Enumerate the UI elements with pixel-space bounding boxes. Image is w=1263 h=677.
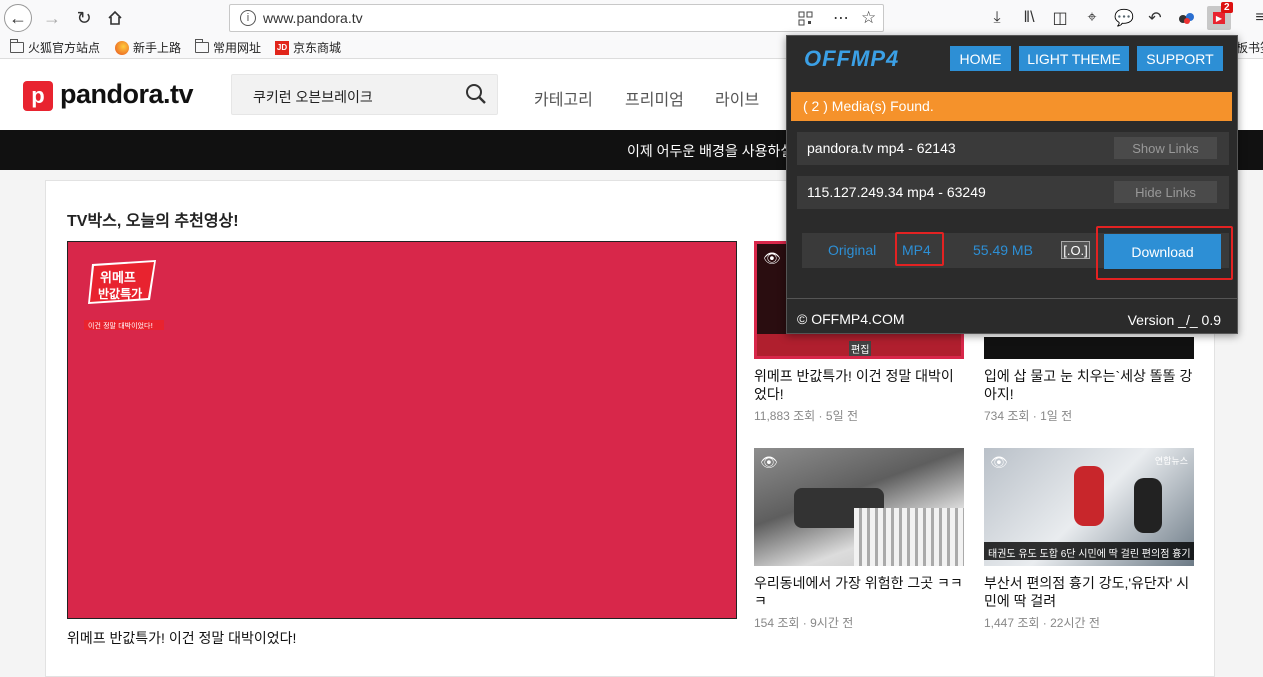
open-button[interactable]: [.O.] (1061, 241, 1090, 259)
more-actions-icon[interactable]: ⋯ (833, 8, 849, 28)
media-link-row: pandora.tv mp4 - 62143 Show Links (797, 132, 1229, 165)
eye-icon: 👁 (760, 454, 778, 470)
media-link-label: 115.127.249.34 mp4 - 63249 (807, 184, 986, 200)
search-value: 쿠키런 오븐브레이크 (253, 89, 373, 105)
library-icon[interactable]: ‖\ (1017, 6, 1041, 30)
wemakeprice-logo: 위메프 반값특가 이건 정말 대박이었다! (84, 260, 164, 330)
star-icon[interactable]: ☆ (861, 8, 876, 28)
pandora-logo-icon[interactable]: p (23, 81, 53, 111)
download-button[interactable]: Download (1104, 234, 1221, 269)
svg-text:이건 정말 대박이었다!: 이건 정말 대박이었다! (88, 321, 153, 330)
bookmark-item[interactable]: 新手上路 (115, 39, 181, 56)
video-thumbnail[interactable]: 👁 (754, 448, 964, 566)
thumbnail-text: 태권도 유도 도합 6단 시민에 딱 걸린 편의점 흉기 강도 (988, 549, 1194, 560)
search-input[interactable]: 쿠키런 오븐브레이크 (231, 74, 498, 115)
svg-text:반값특가: 반값특가 (98, 286, 142, 301)
offmp4-logo: OFFMP4 (804, 46, 900, 71)
home-button[interactable] (101, 4, 129, 32)
site-logo[interactable]: pandora.tv (60, 79, 194, 110)
media-link-label: pandora.tv mp4 - 62143 (807, 140, 956, 156)
video-meta: 734 조회 · 1일 전 (984, 409, 1073, 423)
popup-divider (787, 298, 1237, 299)
undo-icon[interactable]: ↶ (1143, 6, 1167, 30)
url-text: www.pandora.tv (263, 10, 363, 26)
svg-text:위메프: 위메프 (100, 271, 136, 286)
info-icon[interactable]: i (240, 10, 256, 26)
firefox-icon (115, 40, 129, 55)
sidebar-icon[interactable]: ◫ (1048, 6, 1072, 30)
reload-icon: ↻ (76, 7, 92, 28)
light-theme-button[interactable]: LIGHT THEME (1019, 46, 1129, 71)
arrow-left-icon: ← (9, 7, 27, 28)
bookmark-item[interactable]: JD 京东商城 (275, 39, 341, 56)
folder-icon (10, 39, 24, 53)
copyright-text: © OFFMP4.COM (797, 311, 905, 327)
nav-premium[interactable]: 프리미엄 (625, 86, 684, 110)
eye-icon: 👁 (990, 454, 1008, 470)
thumbnail-text: 편집 (849, 341, 872, 356)
offmp4-extension-button[interactable]: ▶ 2 (1207, 2, 1233, 30)
format-label: MP4 (902, 242, 931, 258)
support-button[interactable]: SUPPORT (1137, 46, 1223, 71)
search-icon[interactable] (465, 83, 487, 105)
offmp4-popup: OFFMP4 HOME LIGHT THEME SUPPORT ( 2 ) Me… (786, 35, 1238, 334)
main-video-caption[interactable]: 위메프 반값특가! 이건 정말 대박이었다! (67, 628, 296, 648)
bookmark-overflow[interactable]: 板书签 (1236, 39, 1263, 56)
play-icon: ▶ (1213, 12, 1225, 24)
video-meta: 1,447 조회 · 22시간 전 (984, 616, 1100, 630)
nav-live[interactable]: 라이브 (715, 86, 759, 110)
size-label: 55.49 MB (973, 242, 1033, 258)
url-bar[interactable]: i www.pandora.tv ⋯ ☆ (229, 4, 884, 32)
show-links-button[interactable]: Show Links (1114, 137, 1217, 159)
browser-toolbar: ← → ↻ i www.pandora.tv ⋯ ☆ ⤓ ‖\ ◫ ⌖ 💬 ↶ … (0, 0, 1263, 36)
video-title[interactable]: 입에 삽 물고 눈 치우는`세상 똘똘 강아지! (984, 367, 1194, 403)
chat-icon[interactable]: 💬 (1112, 6, 1136, 30)
reload-button[interactable]: ↻ (70, 4, 98, 32)
bookmark-item[interactable]: 常用网址 (195, 39, 261, 56)
forward-button[interactable]: → (38, 4, 66, 32)
video-title[interactable]: 위메프 반값특가! 이건 정말 대박이었다! (754, 367, 964, 403)
home-icon (108, 10, 122, 25)
banner-text: 이제 어두운 배경을 사용하실 (627, 143, 794, 159)
main-video-player[interactable]: 위메프 반값특가 이건 정말 대박이었다! (67, 241, 737, 619)
quality-label: Original (828, 242, 877, 258)
video-meta: 154 조회 · 9시간 전 (754, 616, 854, 630)
back-button[interactable]: ← (4, 4, 32, 32)
download-icon[interactable]: ⤓ (985, 6, 1009, 30)
qr-code-icon[interactable] (798, 11, 813, 26)
media-link-row: 115.127.249.34 mp4 - 63249 Hide Links (797, 176, 1229, 209)
video-thumbnail[interactable]: 👁 연합뉴스 태권도 유도 도합 6단 시민에 딱 걸린 편의점 흉기 강도 (984, 448, 1194, 566)
menu-icon[interactable]: ≡ (1248, 6, 1263, 30)
video-title[interactable]: 부산서 편의점 흉기 강도,'유단자' 시민에 딱 걸려 (984, 574, 1194, 610)
crop-icon[interactable]: ⌖ (1080, 6, 1104, 30)
hide-links-button[interactable]: Hide Links (1114, 181, 1217, 203)
jd-icon: JD (275, 40, 289, 55)
eye-icon: 👁 (763, 250, 781, 266)
section-title: TV박스, 오늘의 추천영상! (67, 213, 239, 230)
color-balls-icon[interactable] (1175, 6, 1199, 30)
home-button[interactable]: HOME (950, 46, 1011, 71)
extension-badge: 2 (1221, 2, 1233, 13)
thumbnail-corner-text: 연합뉴스 (1154, 456, 1188, 466)
arrow-right-icon: → (43, 7, 61, 28)
video-title[interactable]: 우리동네에서 가장 위험한 그곳 ㅋㅋㅋ (754, 574, 964, 610)
bookmark-item[interactable]: 火狐官方站点 (10, 39, 100, 56)
version-text: Version _/_ 0.9 (1127, 312, 1221, 328)
media-found-bar: ( 2 ) Media(s) Found. (791, 92, 1232, 121)
folder-icon (195, 39, 209, 53)
nav-category[interactable]: 카테고리 (534, 86, 593, 110)
video-meta: 11,883 조회 · 5일 전 (754, 409, 858, 423)
